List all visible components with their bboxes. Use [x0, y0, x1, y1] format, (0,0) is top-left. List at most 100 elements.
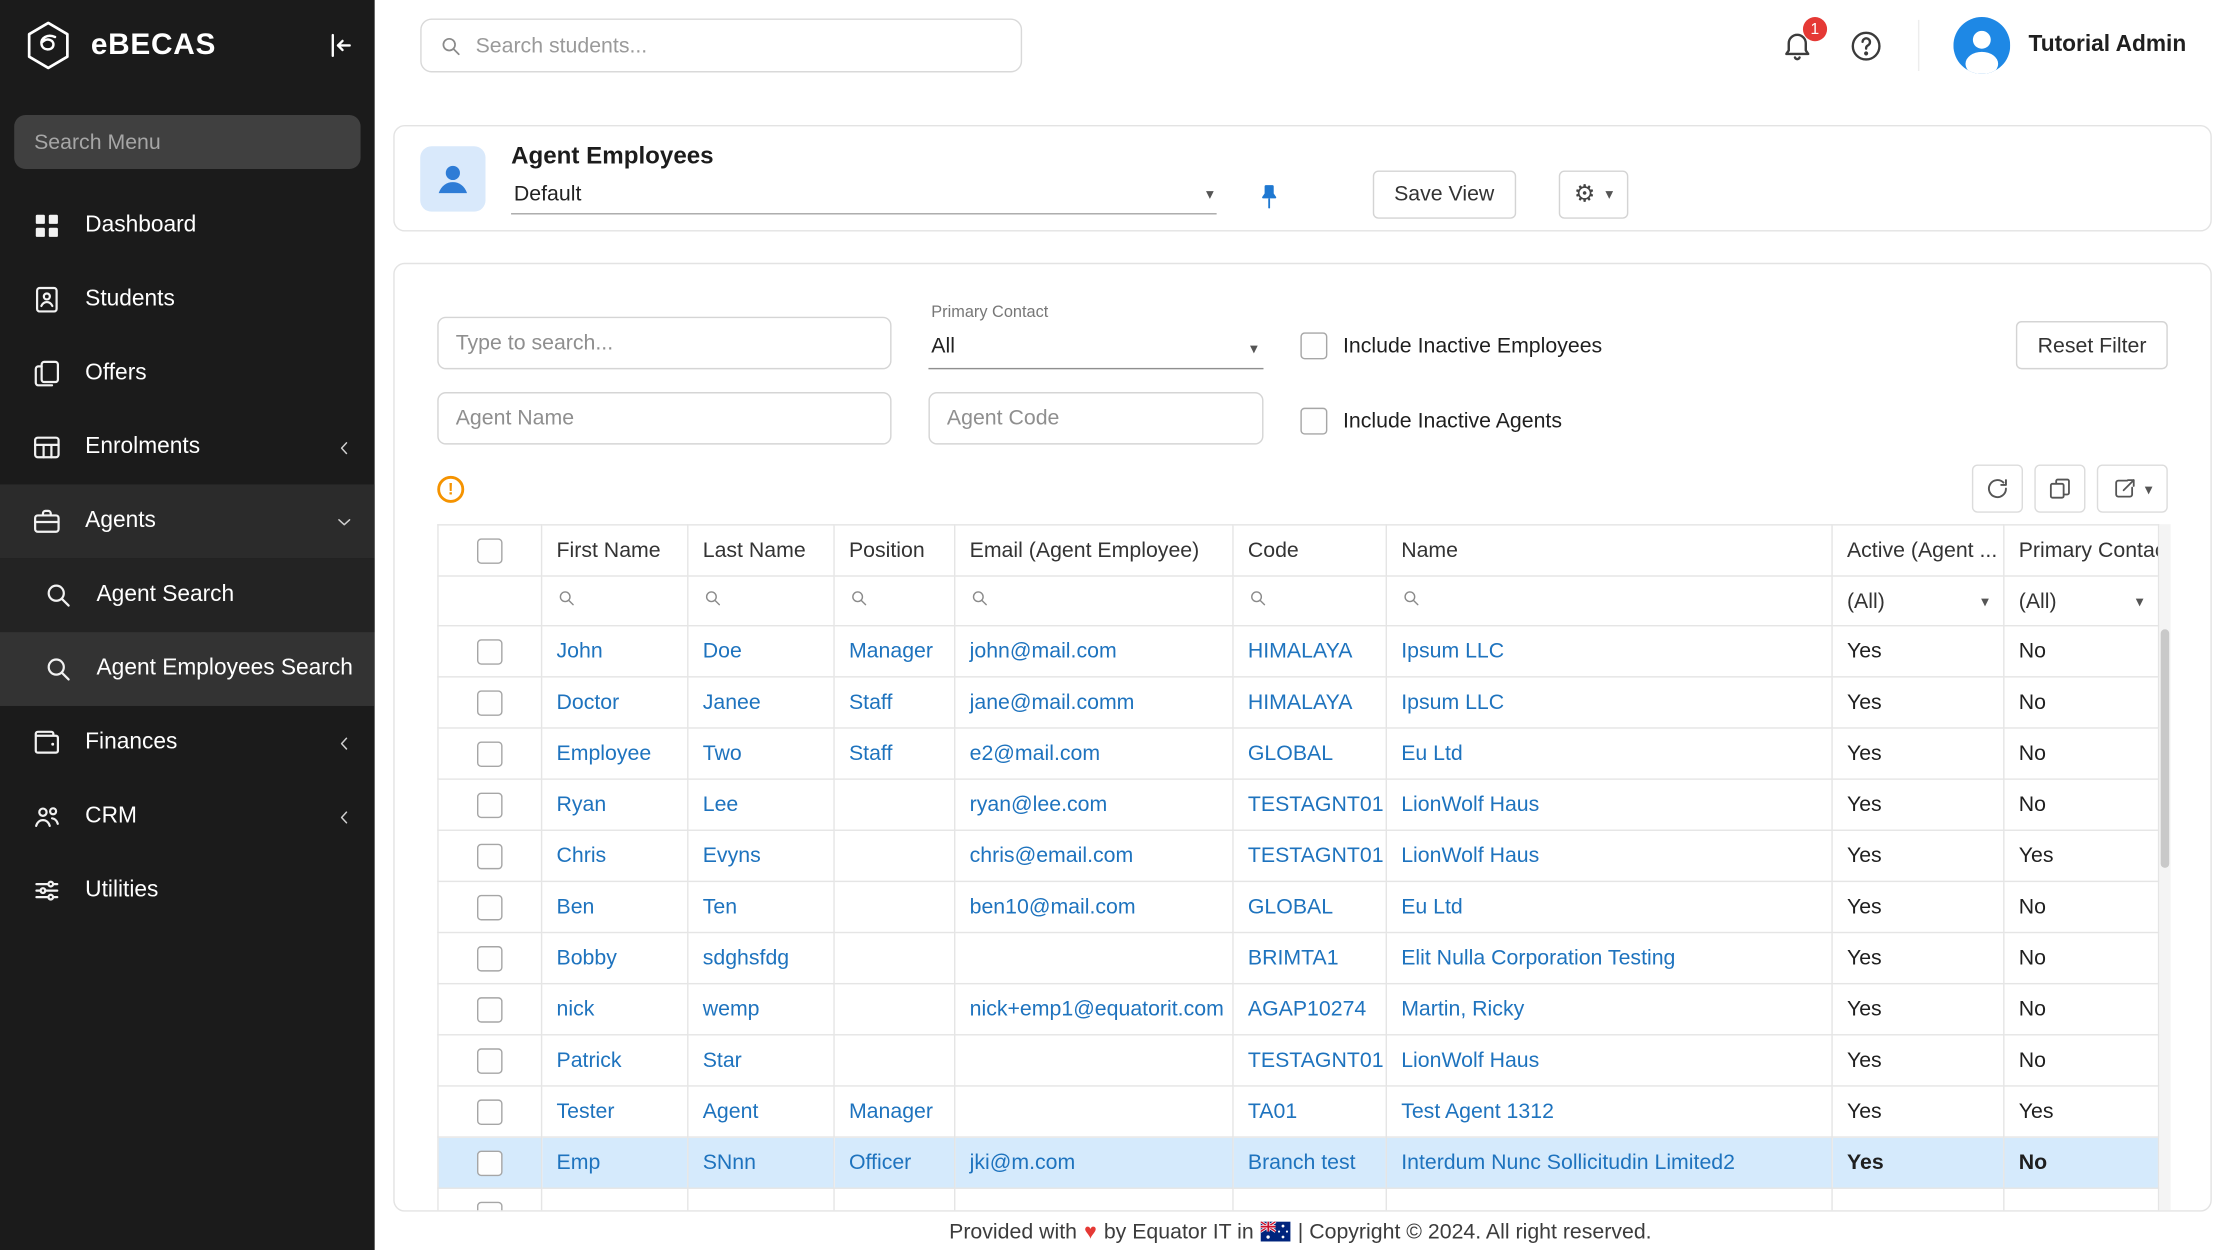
name-filter[interactable] — [1386, 576, 1832, 626]
row-checkbox[interactable] — [477, 1099, 503, 1125]
active-filter[interactable]: (All)▾ — [1832, 576, 2004, 626]
row-checkbox[interactable] — [477, 945, 503, 971]
cell-name[interactable]: Eu Ltd — [1401, 741, 1463, 765]
cell-last-name[interactable]: Ten — [703, 895, 737, 919]
row-checkbox[interactable] — [477, 1150, 503, 1176]
cell-position[interactable]: Manager — [849, 1099, 933, 1123]
position-filter[interactable] — [834, 576, 955, 626]
last-name-filter[interactable] — [688, 576, 834, 626]
table-row[interactable]: Chris Evyns chris@email.com TESTAGNT01 L… — [438, 830, 2159, 881]
cell-name[interactable]: Elit Nulla Corporation Testing — [1401, 946, 1675, 970]
include-inactive-employees[interactable]: Include Inactive Employees — [1300, 332, 1602, 359]
column-header[interactable]: Email (Agent Employee) — [955, 525, 1233, 576]
view-selector[interactable]: Default ▾ — [511, 182, 1217, 215]
student-search-input[interactable] — [476, 33, 1004, 57]
row-checkbox[interactable] — [477, 741, 503, 767]
settings-button[interactable]: ⚙ ▾ — [1558, 170, 1629, 218]
cell-code[interactable]: TA01 — [1248, 1099, 1297, 1123]
user-menu[interactable]: Tutorial Admin — [1953, 17, 2186, 74]
refresh-button[interactable] — [1972, 464, 2023, 512]
sidebar-item-enrolments[interactable]: Enrolments — [0, 411, 375, 485]
cell-email[interactable]: jane@mail.comm — [970, 690, 1135, 714]
cell-name[interactable]: Eu Ltd — [1401, 895, 1463, 919]
info-icon[interactable]: ! — [437, 475, 464, 502]
sidebar-collapse-icon[interactable] — [324, 30, 355, 61]
cell-last-name[interactable]: wemp — [703, 997, 760, 1021]
cell-position[interactable]: Officer — [849, 1151, 911, 1175]
table-row[interactable]: John Doe Manager john@mail.com HIMALAYA … — [438, 626, 2159, 677]
include-inactive-agents-checkbox[interactable] — [1300, 408, 1327, 435]
cell-code[interactable]: HIMALAYA — [1248, 639, 1353, 663]
cell-name[interactable]: Test Agent 1312 — [1401, 1099, 1554, 1123]
pin-icon[interactable] — [1254, 181, 1285, 212]
cell-code[interactable]: GLOBAL — [1248, 895, 1333, 919]
table-row[interactable]: Bobby sdghsfdg BRIMTA1 Elit Nulla Corpor… — [438, 933, 2159, 984]
reset-filter-button[interactable]: Reset Filter — [2016, 321, 2167, 369]
column-header[interactable]: Active (Agent ... — [1832, 525, 2004, 576]
cell-last-name[interactable]: Doe — [703, 639, 742, 663]
cell-first-name[interactable]: nick — [557, 997, 595, 1021]
table-row[interactable] — [438, 1188, 2159, 1211]
notifications-button[interactable]: 1 — [1780, 28, 1814, 62]
cell-name[interactable]: LionWolf Haus — [1401, 793, 1539, 817]
row-checkbox[interactable] — [477, 894, 503, 920]
cell-code[interactable]: BRIMTA1 — [1248, 946, 1339, 970]
row-checkbox[interactable] — [477, 996, 503, 1022]
cell-name[interactable]: Ipsum LLC — [1401, 639, 1504, 663]
primary-contact-filter[interactable]: (All)▾ — [2004, 576, 2159, 626]
cell-name[interactable]: Martin, Ricky — [1401, 997, 1524, 1021]
sidebar-item-crm[interactable]: CRM — [0, 780, 375, 854]
cell-code[interactable]: TESTAGNT01 — [1248, 844, 1384, 868]
grid-search-input[interactable] — [437, 317, 891, 370]
first-name-filter[interactable] — [542, 576, 688, 626]
row-checkbox[interactable] — [477, 1201, 503, 1212]
save-view-button[interactable]: Save View — [1373, 170, 1516, 218]
cell-first-name[interactable]: Chris — [557, 844, 607, 868]
row-checkbox[interactable] — [477, 792, 503, 818]
column-header[interactable]: Name — [1386, 525, 1832, 576]
agent-code-input[interactable] — [928, 392, 1263, 445]
cell-first-name[interactable]: Doctor — [557, 690, 620, 714]
column-header[interactable]: First Name — [542, 525, 688, 576]
cell-first-name[interactable]: Emp — [557, 1151, 601, 1175]
column-header[interactable]: Primary Contact — [2004, 525, 2159, 576]
table-row[interactable]: Patrick Star TESTAGNT01 LionWolf Haus Ye… — [438, 1035, 2159, 1086]
sidebar-item-agent-search[interactable]: Agent Search — [0, 558, 375, 632]
select-all-checkbox[interactable] — [477, 538, 503, 564]
sidebar-item-finances[interactable]: Finances — [0, 706, 375, 780]
cell-first-name[interactable]: Ben — [557, 895, 595, 919]
cell-code[interactable]: GLOBAL — [1248, 741, 1333, 765]
include-inactive-employees-checkbox[interactable] — [1300, 332, 1327, 359]
sidebar-item-agent-employees-search[interactable]: Agent Employees Search — [0, 632, 375, 706]
table-row[interactable]: Ben Ten ben10@mail.com GLOBAL Eu Ltd Yes… — [438, 881, 2159, 932]
cell-name[interactable]: Interdum Nunc Sollicitudin Limited2 — [1401, 1151, 1735, 1175]
scrollbar-thumb[interactable] — [2161, 629, 2170, 868]
cell-last-name[interactable]: sdghsfdg — [703, 946, 789, 970]
cell-email[interactable]: john@mail.com — [970, 639, 1117, 663]
column-header[interactable]: Last Name — [688, 525, 834, 576]
sidebar-item-dashboard[interactable]: Dashboard — [0, 189, 375, 263]
cell-email[interactable]: chris@email.com — [970, 844, 1134, 868]
cell-position[interactable]: Manager — [849, 639, 933, 663]
cell-first-name[interactable]: Tester — [557, 1099, 615, 1123]
sidebar-item-students[interactable]: Students — [0, 263, 375, 337]
table-row[interactable]: nick wemp nick+emp1@equatorit.com AGAP10… — [438, 984, 2159, 1035]
row-checkbox[interactable] — [477, 690, 503, 716]
cell-first-name[interactable]: Ryan — [557, 793, 607, 817]
cell-last-name[interactable]: Two — [703, 741, 742, 765]
cell-last-name[interactable]: Evyns — [703, 844, 761, 868]
cell-email[interactable]: ben10@mail.com — [970, 895, 1136, 919]
cell-name[interactable]: LionWolf Haus — [1401, 844, 1539, 868]
cell-last-name[interactable]: SNnn — [703, 1151, 756, 1175]
cell-last-name[interactable]: Janee — [703, 690, 761, 714]
cell-email[interactable]: e2@mail.com — [970, 741, 1100, 765]
export-button[interactable]: ▾ — [2097, 464, 2168, 512]
cell-code[interactable]: TESTAGNT01 — [1248, 793, 1384, 817]
copy-button[interactable] — [2034, 464, 2085, 512]
student-search[interactable] — [420, 18, 1022, 72]
table-row[interactable]: Tester Agent Manager TA01 Test Agent 131… — [438, 1086, 2159, 1137]
sidebar-item-offers[interactable]: Offers — [0, 337, 375, 411]
cell-first-name[interactable]: Employee — [557, 741, 652, 765]
sidebar-item-utilities[interactable]: Utilities — [0, 854, 375, 928]
table-row[interactable]: Emp SNnn Officer jki@m.com Branch test I… — [438, 1137, 2159, 1188]
